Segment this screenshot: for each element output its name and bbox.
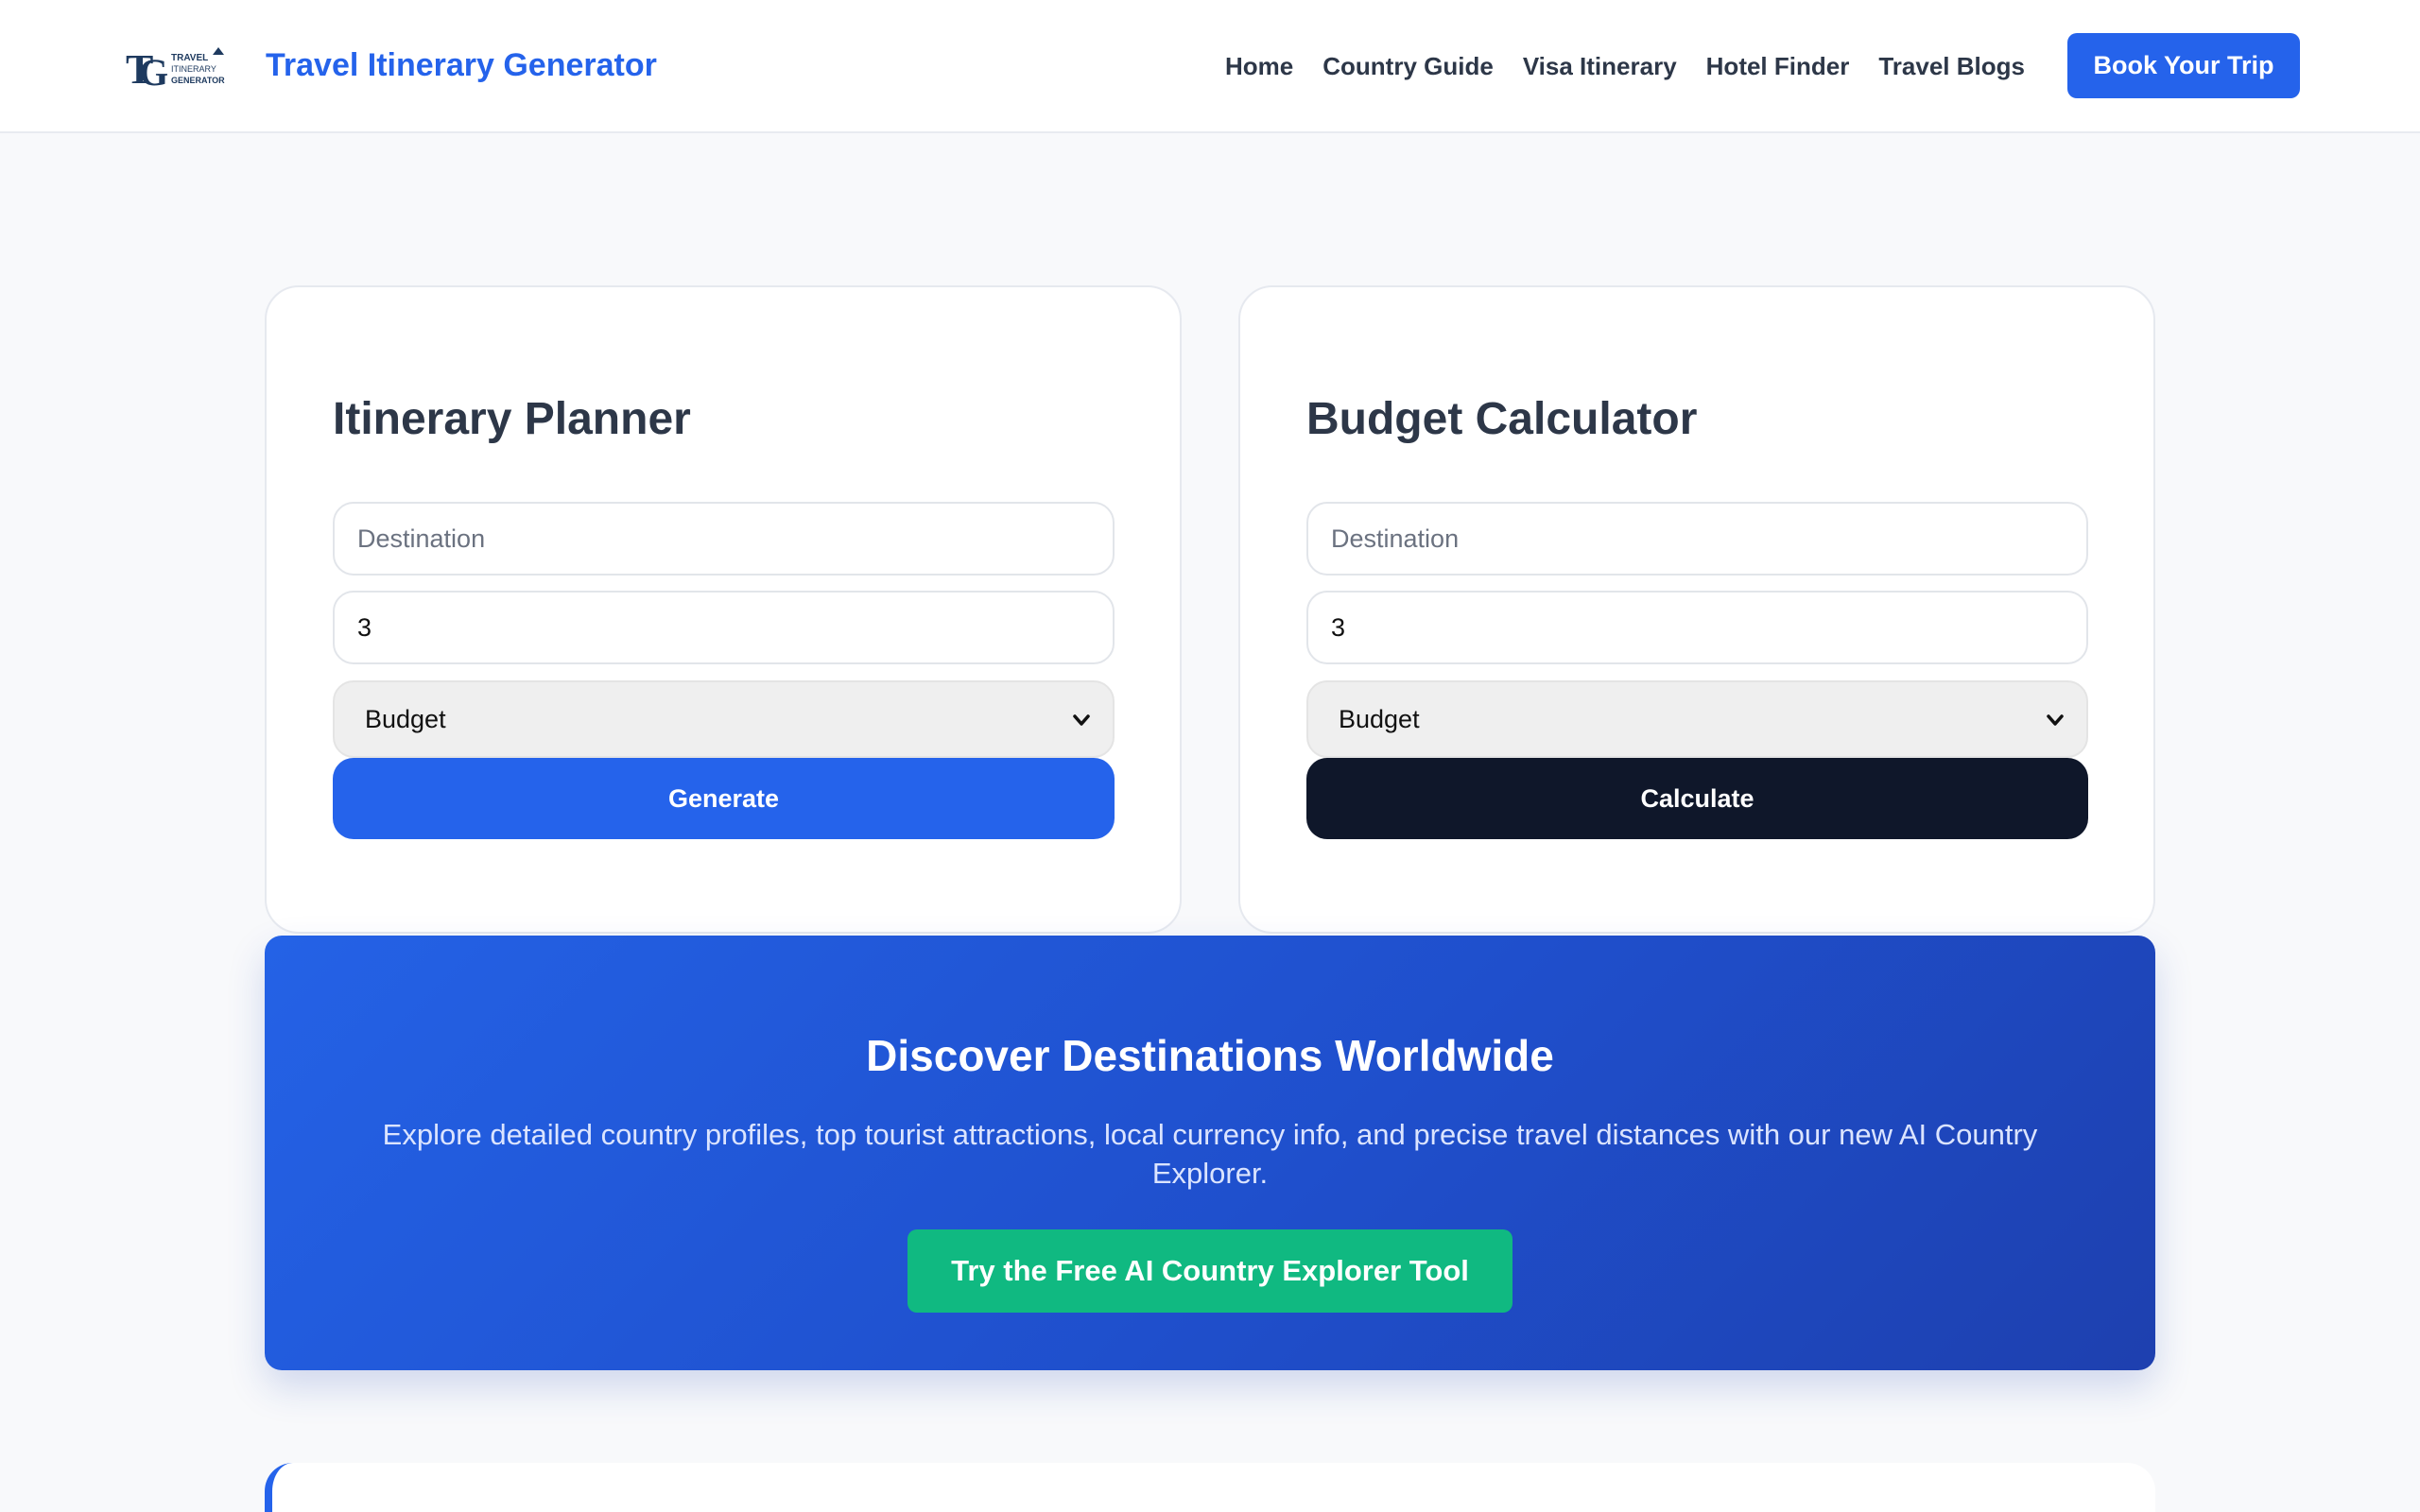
planner-title: Itinerary Planner bbox=[333, 394, 691, 444]
nav-visa-itinerary[interactable]: Visa Itinerary bbox=[1523, 49, 1677, 83]
planner-destination-input[interactable]: Destination bbox=[333, 502, 1115, 576]
planner-budget-select[interactable]: Budget bbox=[333, 680, 1115, 758]
chevron-down-icon bbox=[2047, 714, 2064, 726]
planner-budget-value: Budget bbox=[365, 704, 446, 733]
site-header: T G TRAVEL ITINERARY GENERATOR Travel It… bbox=[0, 0, 2420, 133]
book-trip-button[interactable]: Book Your Trip bbox=[2067, 33, 2300, 98]
main-nav: Home Country Guide Visa Itinerary Hotel … bbox=[1225, 49, 2054, 83]
svg-text:G: G bbox=[139, 51, 168, 89]
calculator-budget-select[interactable]: Budget bbox=[1306, 680, 2088, 758]
calculator-days-input[interactable]: 3 bbox=[1306, 591, 2088, 664]
itinerary-planner-card: Itinerary Planner Destination 3 Budget G… bbox=[265, 285, 1182, 934]
logo-icon[interactable]: T G TRAVEL ITINERARY GENERATOR bbox=[126, 45, 247, 89]
nav-travel-blogs[interactable]: Travel Blogs bbox=[1878, 49, 2025, 83]
calculator-title: Budget Calculator bbox=[1306, 394, 1698, 444]
calculator-destination-input[interactable]: Destination bbox=[1306, 502, 2088, 576]
planner-days-input[interactable]: 3 bbox=[333, 591, 1115, 664]
chevron-down-icon bbox=[1073, 714, 1090, 726]
brand-title[interactable]: Travel Itinerary Generator bbox=[266, 47, 657, 84]
budget-calculator-card: Budget Calculator Destination 3 Budget C… bbox=[1238, 285, 2155, 934]
generate-button[interactable]: Generate bbox=[333, 758, 1115, 839]
banner-title: Discover Destinations Worldwide bbox=[866, 1031, 1554, 1080]
calculate-button[interactable]: Calculate bbox=[1306, 758, 2088, 839]
svg-text:GENERATOR: GENERATOR bbox=[171, 76, 225, 85]
svg-text:ITINERARY: ITINERARY bbox=[171, 64, 216, 74]
next-section-card bbox=[265, 1463, 2155, 1512]
nav-home[interactable]: Home bbox=[1225, 49, 1293, 83]
country-explorer-banner: Discover Destinations Worldwide Explore … bbox=[265, 936, 2155, 1370]
svg-text:TRAVEL: TRAVEL bbox=[171, 53, 208, 63]
calculator-budget-value: Budget bbox=[1339, 704, 1420, 733]
nav-hotel-finder[interactable]: Hotel Finder bbox=[1706, 49, 1850, 83]
country-explorer-button[interactable]: Try the Free AI Country Explorer Tool bbox=[908, 1229, 1512, 1313]
nav-country-guide[interactable]: Country Guide bbox=[1322, 49, 1494, 83]
banner-description: Explore detailed country profiles, top t… bbox=[382, 1118, 2038, 1190]
